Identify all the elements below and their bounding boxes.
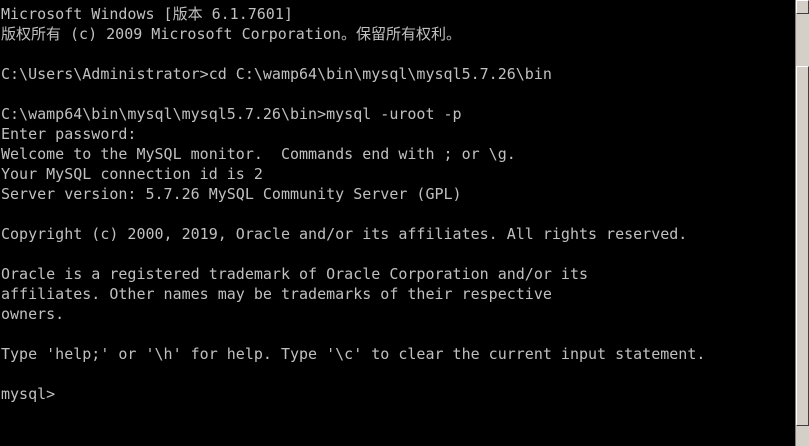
console-output[interactable]: Microsoft Windows [版本 6.1.7601] 版权所有 (c)… — [0, 0, 795, 446]
console-line: affiliates. Other names may be trademark… — [1, 285, 552, 303]
console-line: Microsoft Windows [版本 6.1.7601] — [1, 5, 293, 23]
mysql-prompt: mysql> — [1, 385, 56, 403]
console-line: Server version: 5.7.26 MySQL Community S… — [1, 185, 462, 203]
console-line: C:\wamp64\bin\mysql\mysql5.7.26\bin>mysq… — [1, 105, 462, 123]
scroll-up-button[interactable] — [796, 0, 809, 14]
mysql-prompt-line[interactable]: mysql> — [1, 384, 795, 404]
console-line: Welcome to the MySQL monitor. Commands e… — [1, 145, 516, 163]
vertical-scrollbar[interactable] — [795, 0, 809, 446]
console-line: 版权所有 (c) 2009 Microsoft Corporation。保留所有… — [1, 25, 461, 43]
console-line: owners. — [1, 305, 65, 323]
console-line: Copyright (c) 2000, 2019, Oracle and/or … — [1, 225, 688, 243]
console-line: Type 'help;' or '\h' for help. Type '\c'… — [1, 345, 706, 363]
console-line: Enter password: — [1, 125, 137, 143]
console-line: Your MySQL connection id is 2 — [1, 165, 263, 183]
console-line: Oracle is a registered trademark of Orac… — [1, 265, 588, 283]
console-line: C:\Users\Administrator>cd C:\wamp64\bin\… — [1, 65, 552, 83]
scrollbar-thumb[interactable] — [796, 66, 809, 426]
